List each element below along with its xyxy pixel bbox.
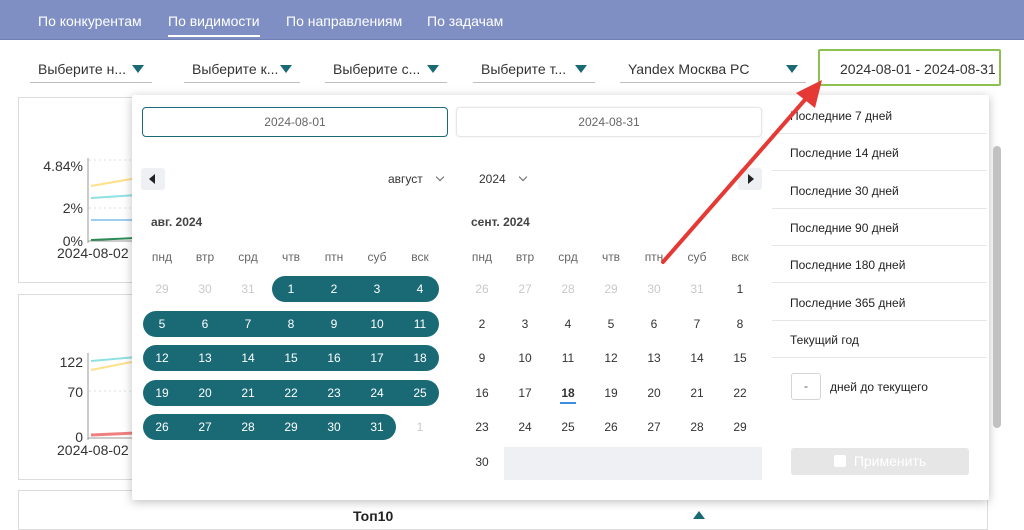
arrow-line [661, 92, 812, 264]
annotation-arrow [661, 80, 822, 264]
